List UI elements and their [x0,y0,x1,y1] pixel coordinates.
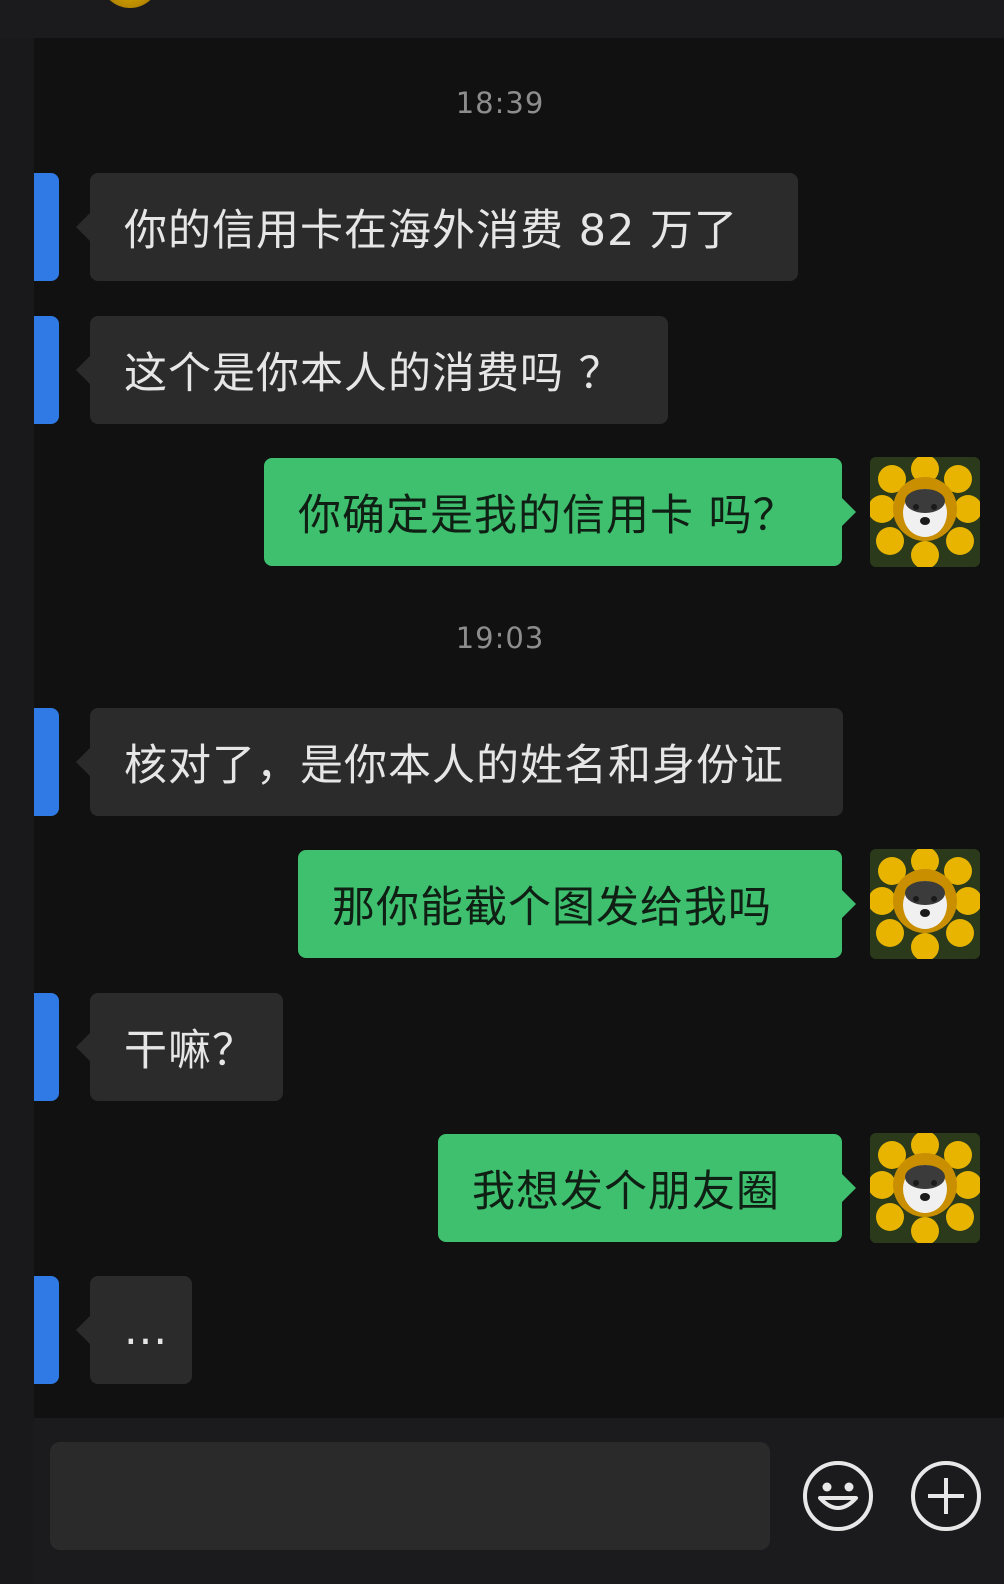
message-input[interactable] [50,1442,770,1550]
message-text: 核对了，是你本人的姓名和身份证 [124,741,784,791]
incoming-message-bubble[interactable]: 核对了，是你本人的姓名和身份证 [76,708,843,816]
outgoing-message-bubble[interactable]: 你确定是我的信用卡 吗？ [264,458,856,566]
message-text: 我想发个朋友圈 [472,1167,780,1217]
incoming-marker [34,173,59,281]
incoming-message-bubble[interactable]: ... [76,1276,192,1384]
side-strip [0,38,34,1584]
incoming-message-bubble[interactable]: 你的信用卡在海外消费 82 万了 [76,173,798,281]
message-text: 干嘛？ [124,1026,256,1076]
outgoing-message-bubble[interactable]: 我想发个朋友圈 [438,1134,856,1242]
outgoing-message-bubble[interactable]: 那你能截个图发给我吗 [298,850,856,958]
husky-sunflower-avatar-icon [870,457,980,567]
more-button[interactable] [908,1458,984,1534]
smiley-face-icon [803,1461,873,1531]
contact-avatar[interactable] [100,0,160,8]
husky-sunflower-avatar-icon [870,1133,980,1243]
incoming-marker [34,1276,59,1384]
incoming-marker [34,708,59,816]
chat-area[interactable]: 18:39 你的信用卡在海外消费 82 万了 这个是你本人的消费吗 ？ 你确定是… [34,38,1004,1418]
timestamp: 18:39 [455,86,545,120]
user-avatar[interactable] [870,457,980,567]
timestamp: 19:03 [455,621,545,655]
top-bar [0,0,1004,38]
message-text: ... [124,1305,169,1355]
message-text: 这个是你本人的消费吗 ？ [124,349,623,399]
incoming-marker [34,316,59,424]
incoming-message-bubble[interactable]: 干嘛？ [76,993,283,1101]
emoji-button[interactable] [800,1458,876,1534]
user-avatar[interactable] [870,849,980,959]
message-text: 你确定是我的信用卡 吗？ [298,491,797,541]
message-text: 你的信用卡在海外消费 82 万了 [124,206,739,256]
incoming-marker [34,993,59,1101]
user-avatar[interactable] [870,1133,980,1243]
composer-bar [34,1418,1004,1584]
husky-sunflower-avatar-icon [870,849,980,959]
message-text: 那你能截个图发给我吗 [332,883,772,933]
incoming-message-bubble[interactable]: 这个是你本人的消费吗 ？ [76,316,668,424]
plus-circle-icon [911,1461,981,1531]
